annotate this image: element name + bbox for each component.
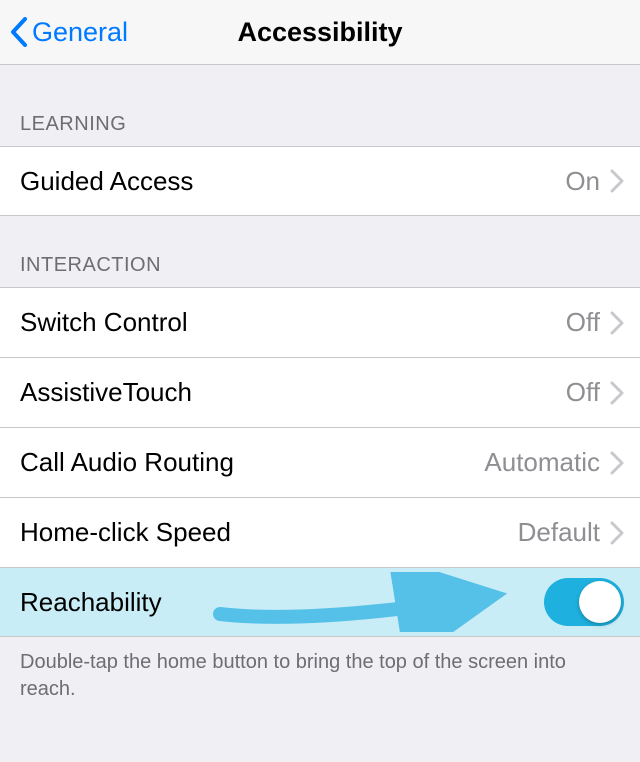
group-interaction: Switch Control Off AssistiveTouch Off Ca… [0,287,640,637]
footer-text: Double-tap the home button to bring the … [0,637,640,703]
cell-label: Home-click Speed [20,517,231,548]
cell-guided-access[interactable]: Guided Access On [0,146,640,216]
cell-right [544,578,624,626]
cell-label: Reachability [20,587,162,618]
cell-label: Guided Access [20,166,193,197]
cell-home-click-speed[interactable]: Home-click Speed Default [0,497,640,567]
group-learning: Guided Access On [0,146,640,216]
chevron-right-icon [610,169,624,193]
section-header-interaction: INTERACTION [0,216,640,287]
annotation-arrow-icon [210,572,510,632]
cell-value: Off [566,377,600,408]
cell-value: Default [518,517,600,548]
navbar: General Accessibility [0,0,640,65]
chevron-right-icon [610,381,624,405]
toggle-knob [579,581,621,623]
cell-right: Off [566,307,624,338]
cell-reachability: Reachability [0,567,640,637]
cell-label: Switch Control [20,307,188,338]
cell-value: On [565,166,600,197]
cell-label: Call Audio Routing [20,447,234,478]
chevron-right-icon [610,311,624,335]
cell-label: AssistiveTouch [20,377,192,408]
chevron-right-icon [610,521,624,545]
cell-right: Automatic [484,447,624,478]
section-header-learning: LEARNING [0,65,640,146]
back-button[interactable]: General [0,17,128,48]
cell-value: Off [566,307,600,338]
cell-right: Default [518,517,624,548]
back-chevron-icon [10,17,28,47]
chevron-right-icon [610,451,624,475]
reachability-toggle[interactable] [544,578,624,626]
back-label: General [32,17,128,48]
cell-call-audio-routing[interactable]: Call Audio Routing Automatic [0,427,640,497]
cell-right: Off [566,377,624,408]
cell-value: Automatic [484,447,600,478]
cell-assistivetouch[interactable]: AssistiveTouch Off [0,357,640,427]
cell-switch-control[interactable]: Switch Control Off [0,287,640,357]
cell-right: On [565,166,624,197]
